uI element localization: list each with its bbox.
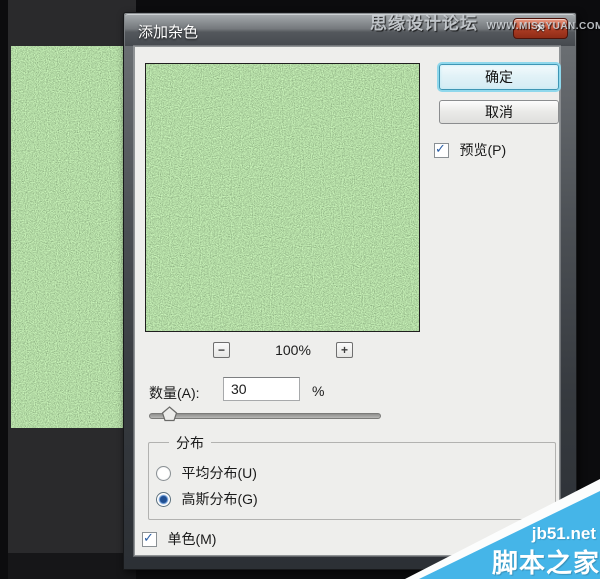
zoom-in-button[interactable]: +: [336, 342, 353, 358]
slider-track[interactable]: [149, 413, 381, 419]
distribution-group-label: 分布: [169, 433, 211, 453]
check-icon: ✓: [435, 141, 446, 157]
dialog-title: 添加杂色: [138, 21, 198, 42]
minus-icon: −: [218, 343, 225, 357]
zoom-level: 100%: [253, 342, 333, 358]
watermark-top: 思缘设计论坛 WWW.MISSYUAN.COM: [370, 9, 600, 34]
distribution-group: 分布 平均分布(U) 高斯分布(G): [148, 442, 556, 520]
ok-button[interactable]: 确定: [439, 64, 559, 90]
radio-selected-icon[interactable]: [156, 492, 171, 507]
preview-label: 预览(P): [459, 140, 506, 160]
radio-uniform-distribution[interactable]: 平均分布(U): [156, 463, 257, 479]
watermark-bottom-url: jb51.net: [532, 524, 596, 544]
slider-thumb[interactable]: [161, 406, 178, 427]
check-icon: ✓: [143, 530, 154, 546]
checkbox-checked-icon[interactable]: ✓: [434, 143, 449, 158]
canvas-bottom-strip: [8, 553, 136, 579]
photoshop-workspace: 添加杂色 − 1: [0, 0, 600, 579]
amount-unit-label: %: [312, 383, 324, 399]
radio-gaussian-distribution[interactable]: 高斯分布(G): [156, 489, 258, 505]
amount-slider[interactable]: [149, 405, 381, 425]
preview-checkbox[interactable]: ✓ 预览(P): [434, 140, 506, 156]
noise-preview-image[interactable]: [145, 63, 420, 332]
amount-label: 数量(A):: [149, 383, 200, 403]
zoom-out-button[interactable]: −: [213, 342, 230, 358]
monochromatic-label: 单色(M): [167, 529, 216, 549]
amount-input[interactable]: [223, 377, 300, 401]
plus-icon: +: [341, 343, 348, 357]
radio-uniform-label: 平均分布(U): [181, 463, 256, 483]
watermark-bottom-name: 脚本之家: [492, 543, 600, 579]
cancel-button[interactable]: 取消: [439, 100, 559, 124]
watermark-site-url: WWW.MISSYUAN.COM: [486, 21, 600, 32]
dialog-body: − 100% + 数量(A): % 分布 平: [134, 46, 560, 556]
checkbox-checked-icon[interactable]: ✓: [142, 532, 157, 547]
watermark-site-name: 思缘设计论坛: [370, 14, 478, 33]
monochromatic-checkbox[interactable]: ✓ 单色(M): [142, 529, 216, 545]
radio-unselected-icon[interactable]: [156, 466, 171, 481]
document-noise-texture: [11, 46, 126, 428]
add-noise-dialog: 添加杂色 − 1: [123, 12, 577, 570]
radio-gaussian-label: 高斯分布(G): [181, 489, 257, 509]
